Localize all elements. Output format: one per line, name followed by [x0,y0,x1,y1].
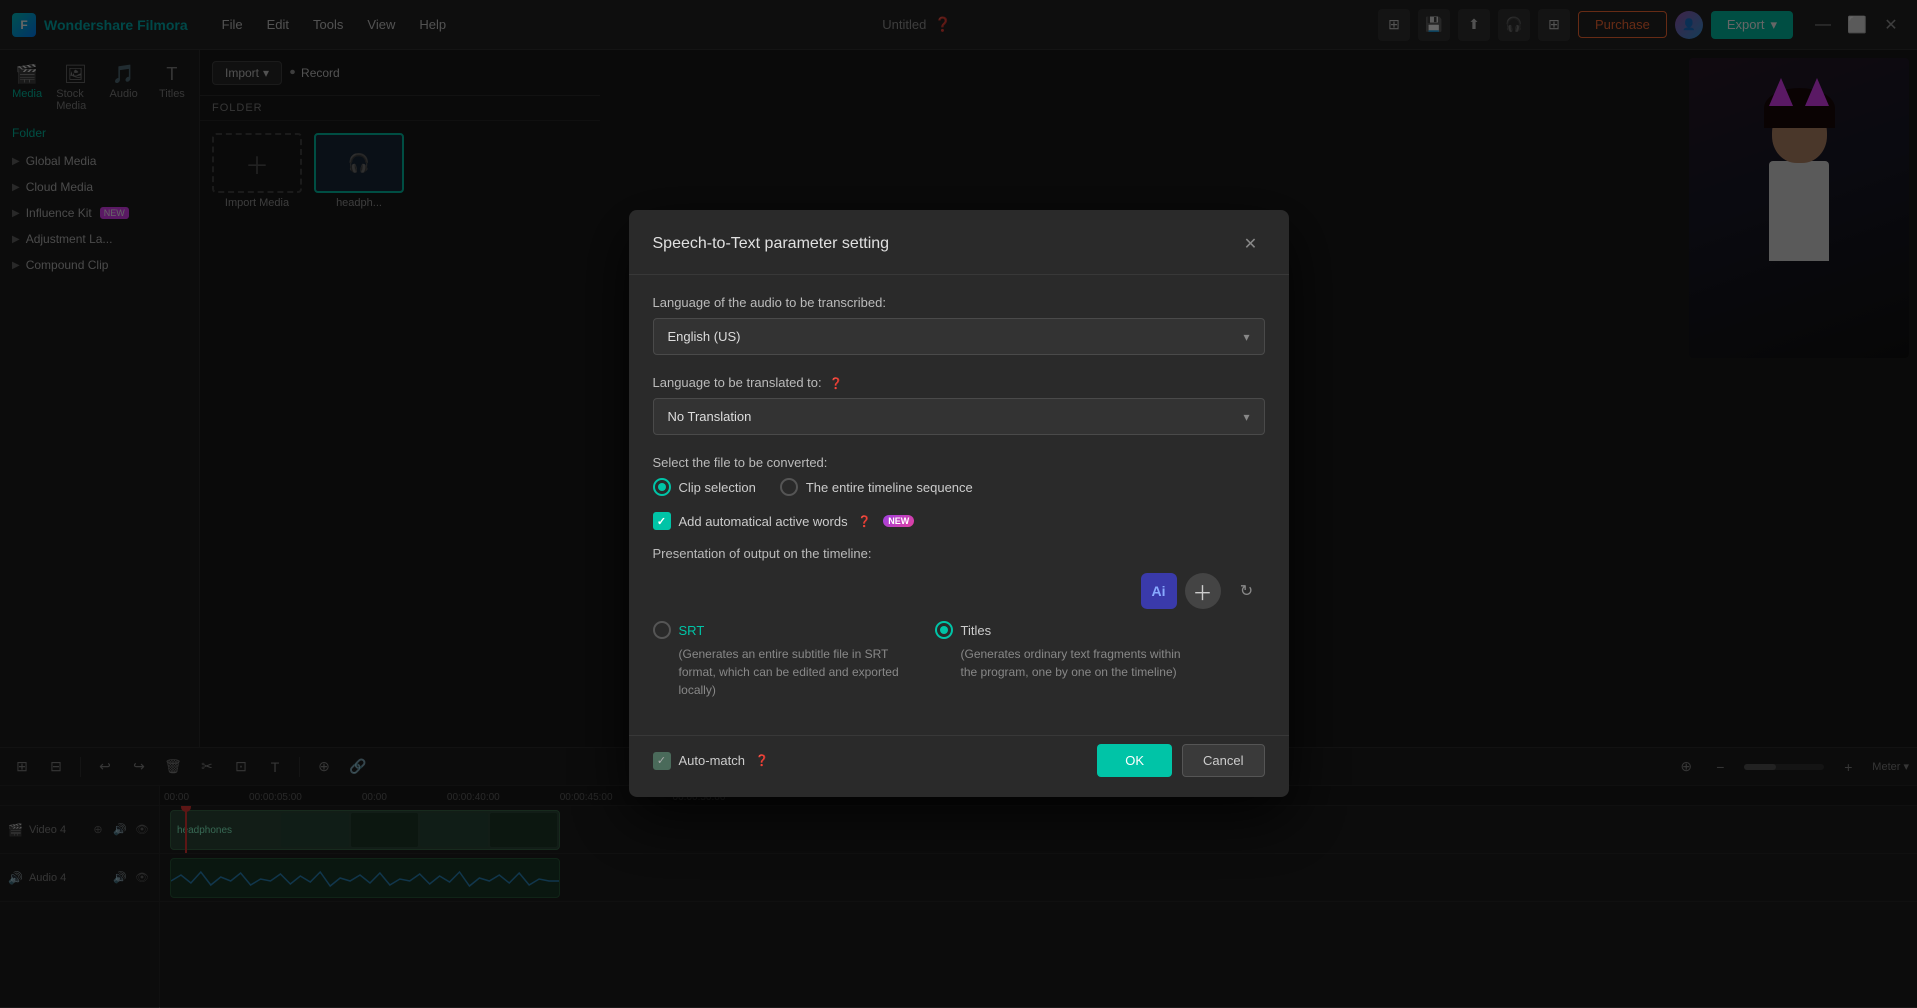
checkbox-active-words[interactable]: Add automatical active words ❓ NEW [653,512,1265,530]
cancel-button[interactable]: Cancel [1182,744,1264,777]
radio-timeline-sequence[interactable]: The entire timeline sequence [780,478,973,496]
radio-titles-inner [940,626,948,634]
field1-label: Language of the audio to be transcribed: [653,295,1265,310]
help-auto-match-icon[interactable]: ❓ [755,754,769,767]
ai-badge-icon: Ai [1141,573,1177,609]
auto-match-row: Auto-match ❓ [653,752,769,770]
dialog-title: Speech-to-Text parameter setting [653,235,890,253]
add-circle-button[interactable]: ＋ [1185,573,1221,609]
chevron-down-icon2: ▾ [1243,410,1249,424]
radio-timeline-label: The entire timeline sequence [806,480,973,495]
speech-to-text-dialog: Speech-to-Text parameter setting ✕ Langu… [629,210,1289,797]
dialog-footer: Auto-match ❓ OK Cancel [629,735,1289,797]
help-icon[interactable]: ❓ [829,378,843,390]
checkbox-active-words-label: Add automatical active words [679,514,848,529]
srt-desc: (Generates an entire subtitle file in SR… [653,645,903,699]
translation-value: No Translation [668,409,752,424]
translation-dropdown[interactable]: No Translation ▾ [653,398,1265,435]
ok-button[interactable]: OK [1097,744,1172,777]
dialog-body: Language of the audio to be transcribed:… [629,275,1289,735]
titles-desc: (Generates ordinary text fragments withi… [935,645,1185,681]
help-active-words-icon[interactable]: ❓ [858,515,872,528]
radio-timeline-indicator [780,478,798,496]
radio-clip-selection[interactable]: Clip selection [653,478,756,496]
footer-actions: OK Cancel [1097,744,1264,777]
output-option-titles: Titles (Generates ordinary text fragment… [935,621,1185,699]
field2-label: Language to be translated to: ❓ [653,375,1265,390]
output-option-srt: SRT (Generates an entire subtitle file i… [653,621,903,699]
radio-titles-label: Titles [961,623,992,638]
checkbox-active-words-indicator [653,512,671,530]
radio-titles-indicator[interactable] [935,621,953,639]
refresh-button[interactable]: ↻ [1229,573,1265,609]
output-options: SRT (Generates an entire subtitle file i… [653,621,1265,699]
output-label: Presentation of output on the timeline: [653,546,1265,561]
new-badge-active-words: NEW [883,515,914,527]
radio-clip-indicator [653,478,671,496]
file-convert-label: Select the file to be converted: [653,455,1265,470]
radio-srt-label: SRT [679,623,705,638]
radio-clip-label: Clip selection [679,480,756,495]
dialog-close-button[interactable]: ✕ [1237,230,1265,258]
dialog-overlay: Speech-to-Text parameter setting ✕ Langu… [0,0,1917,1007]
checkbox-auto-match-label: Auto-match [679,753,745,768]
file-convert-radio-group: Clip selection The entire timeline seque… [653,478,1265,496]
chevron-down-icon: ▾ [1243,330,1249,344]
dialog-header: Speech-to-Text parameter setting ✕ [629,210,1289,275]
language-dropdown[interactable]: English (US) ▾ [653,318,1265,355]
dialog-icons-row: Ai ＋ ↻ [653,573,1265,621]
language-value: English (US) [668,329,741,344]
checkbox-auto-match-indicator [653,752,671,770]
radio-srt-indicator[interactable] [653,621,671,639]
radio-clip-inner [658,483,666,491]
